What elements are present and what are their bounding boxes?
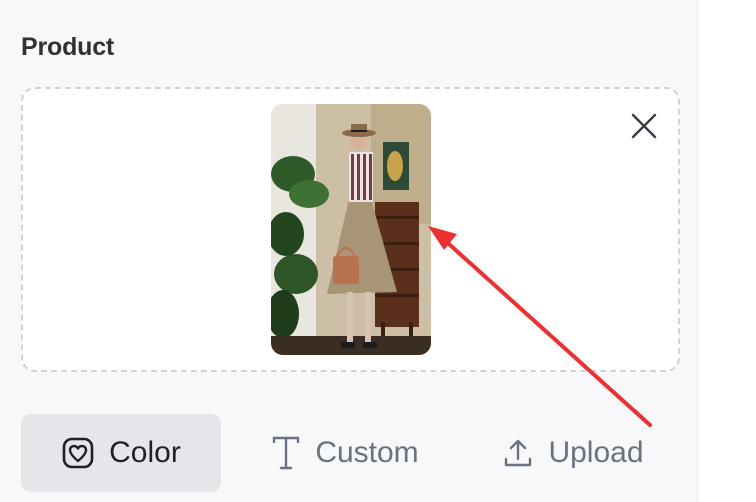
section-title-product: Product: [21, 33, 115, 61]
upload-icon: [505, 439, 532, 467]
close-icon: [631, 113, 657, 139]
mode-upload-label: Upload: [548, 436, 644, 469]
mode-color-button[interactable]: Color: [21, 414, 221, 492]
mode-upload-button[interactable]: Upload: [488, 414, 658, 492]
text-cursor-icon: [273, 436, 300, 470]
mode-custom-label: Custom: [315, 436, 419, 469]
mode-color-label: Color: [109, 436, 181, 469]
heart-frame-icon: [62, 437, 94, 469]
right-panel: [698, 0, 756, 502]
mode-custom-button[interactable]: Custom: [255, 414, 435, 492]
panel-divider: [697, 0, 698, 502]
product-image: [271, 104, 431, 355]
remove-image-button[interactable]: [624, 106, 664, 146]
